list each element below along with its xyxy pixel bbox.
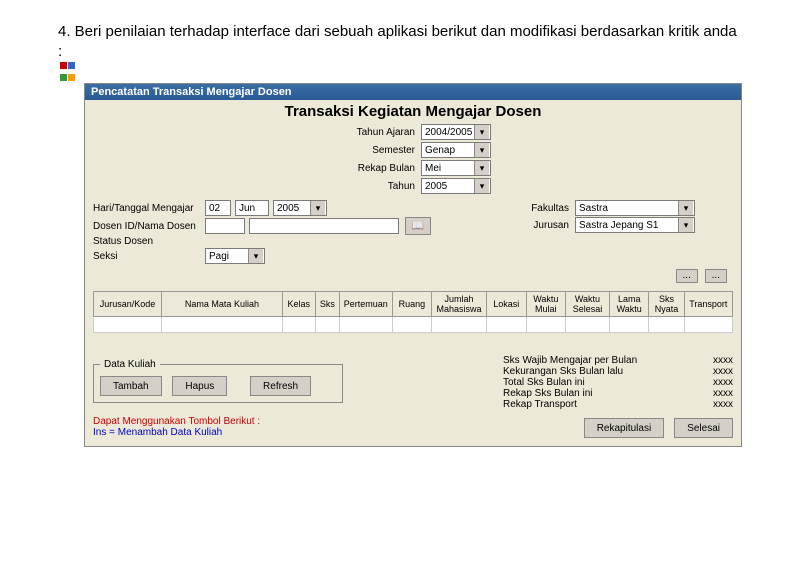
col-sks: Sks — [315, 292, 339, 317]
summary-kekurangan-label: Kekurangan Sks Bulan lalu — [503, 366, 623, 377]
dosen-nama-input[interactable] — [249, 218, 399, 234]
col-kelas: Kelas — [282, 292, 315, 317]
hari-year-select[interactable]: 2005 — [273, 200, 327, 216]
slide-bullet-icon — [60, 60, 78, 78]
col-jumlah-mhs: Jumlah Mahasiswa — [432, 292, 487, 317]
summary-rekap-transport-value: xxxx — [713, 399, 733, 410]
summary-total-sks-value: xxxx — [713, 377, 733, 388]
col-sks-nyata: Sks Nyata — [649, 292, 684, 317]
col-waktu-mulai: Waktu Mulai — [526, 292, 566, 317]
hari-label: Hari/Tanggal Mengajar — [93, 203, 205, 214]
semester-label: Semester — [335, 145, 415, 156]
selesai-button[interactable]: Selesai — [674, 418, 733, 438]
tahun-ajaran-select[interactable]: 2004/2005 — [421, 124, 491, 140]
refresh-button[interactable]: Refresh — [250, 376, 311, 396]
data-kuliah-legend: Data Kuliah — [100, 359, 160, 370]
table-row[interactable] — [94, 317, 733, 333]
col-pertemuan: Pertemuan — [339, 292, 392, 317]
seksi-label: Seksi — [93, 251, 205, 262]
semester-select[interactable]: Genap — [421, 142, 491, 158]
summary-rekap-sks-value: xxxx — [713, 388, 733, 399]
fakultas-select[interactable]: Sastra — [575, 200, 695, 216]
tambah-button[interactable]: Tambah — [100, 376, 162, 396]
course-table: Jurusan/Kode Nama Mata Kuliah Kelas Sks … — [93, 291, 733, 333]
window-titlebar: Pencatatan Transaksi Mengajar Dosen — [85, 84, 741, 100]
summary-sks-wajib-label: Sks Wajib Mengajar per Bulan — [503, 355, 637, 366]
col-jurusan-kode: Jurusan/Kode — [94, 292, 162, 317]
summary-kekurangan-value: xxxx — [713, 366, 733, 377]
dosen-id-input[interactable] — [205, 218, 245, 234]
page-title: Transaksi Kegiatan Mengajar Dosen — [85, 100, 741, 121]
summary-block: Sks Wajib Mengajar per Bulan xxxx Kekuran… — [503, 355, 733, 410]
hari-month-input[interactable]: Jun — [235, 200, 269, 216]
jurusan-label: Jurusan — [513, 220, 569, 231]
tahun-ajaran-label: Tahun Ajaran — [335, 127, 415, 138]
col-transport: Transport — [684, 292, 732, 317]
status-dosen-label: Status Dosen — [93, 236, 205, 247]
table-header-row: Jurusan/Kode Nama Mata Kuliah Kelas Sks … — [94, 292, 733, 317]
hint-line-1: Dapat Menggunakan Tombol Berikut : — [93, 416, 260, 427]
book-icon: 📖 — [412, 221, 424, 232]
seksi-select[interactable]: Pagi — [205, 248, 265, 264]
hari-day-input[interactable]: 02 — [205, 200, 231, 216]
col-waktu-selesai: Waktu Selesai — [566, 292, 610, 317]
summary-rekap-transport-label: Rekap Transport — [503, 399, 577, 410]
col-ruang: Ruang — [392, 292, 432, 317]
summary-rekap-sks-label: Rekap Sks Bulan ini — [503, 388, 593, 399]
jurusan-select[interactable]: Sastra Jepang S1 — [575, 217, 695, 233]
rekap-bulan-select[interactable]: Mei — [421, 160, 491, 176]
pager-next-button[interactable]: ... — [705, 269, 727, 283]
fakultas-label: Fakultas — [513, 203, 569, 214]
col-nama-mk: Nama Mata Kuliah — [162, 292, 283, 317]
summary-sks-wajib-value: xxxx — [713, 355, 733, 366]
hapus-button[interactable]: Hapus — [172, 376, 227, 396]
pager-prev-button[interactable]: ... — [676, 269, 698, 283]
summary-total-sks-label: Total Sks Bulan ini — [503, 377, 585, 388]
col-lama-waktu: Lama Waktu — [609, 292, 649, 317]
col-lokasi: Lokasi — [487, 292, 527, 317]
question-text: 4. Beri penilaian terhadap interface dar… — [58, 22, 738, 61]
dosen-label: Dosen ID/Nama Dosen — [93, 221, 205, 232]
tahun-select[interactable]: 2005 — [421, 178, 491, 194]
rekapitulasi-button[interactable]: Rekapitulasi — [584, 418, 664, 438]
rekap-bulan-label: Rekap Bulan — [335, 163, 415, 174]
hint-line-2: Ins = Menambah Data Kuliah — [93, 427, 260, 438]
app-window: Pencatatan Transaksi Mengajar Dosen Tran… — [84, 83, 742, 447]
lookup-dosen-button[interactable]: 📖 — [405, 217, 431, 235]
data-kuliah-group: Data Kuliah Tambah Hapus Refresh — [93, 359, 343, 403]
tahun-label: Tahun — [335, 181, 415, 192]
